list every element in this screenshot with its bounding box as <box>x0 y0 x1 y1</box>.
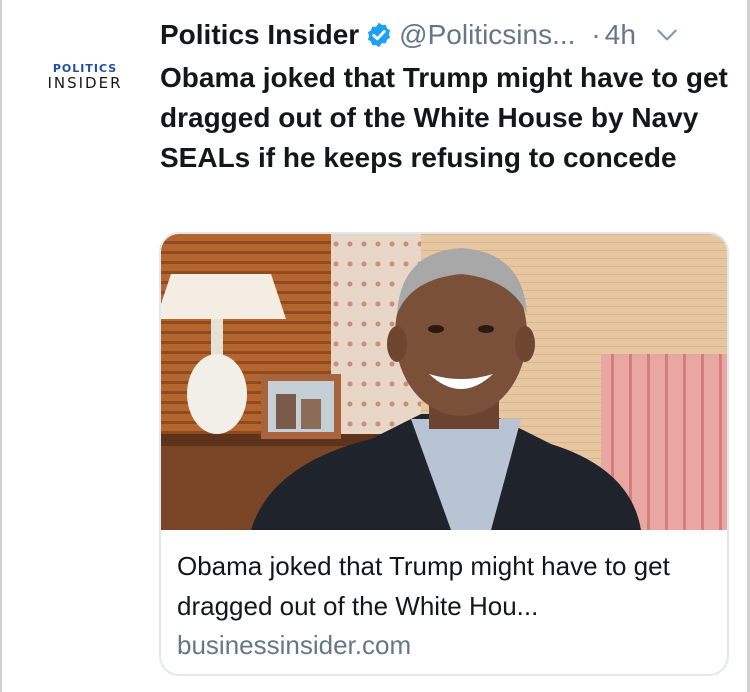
verified-badge-icon <box>368 22 391 48</box>
card-image[interactable] <box>161 234 727 530</box>
tweet-header: Politics Insider @Politicsins... · 4h <box>160 15 730 55</box>
account-name[interactable]: Politics Insider <box>160 19 359 51</box>
link-card[interactable]: Obama joked that Trump might have to get… <box>159 232 729 676</box>
tweet-text: Obama joked that Trump might have to get… <box>160 62 728 173</box>
separator-dot: · <box>591 19 601 50</box>
left-border <box>0 0 2 692</box>
account-handle[interactable]: @Politicsins... <box>399 19 575 51</box>
chevron-down-icon[interactable] <box>654 22 680 48</box>
card-body: Obama joked that Trump might have to get… <box>177 546 707 664</box>
card-title[interactable]: Obama joked that Trump might have to get… <box>177 546 707 626</box>
card-domain[interactable]: businessinsider.com <box>177 626 707 664</box>
logo-line2: INSIDER <box>47 74 123 92</box>
avatar[interactable]: POLITICS INSIDER <box>40 62 130 102</box>
timestamp[interactable]: 4h <box>605 19 636 51</box>
